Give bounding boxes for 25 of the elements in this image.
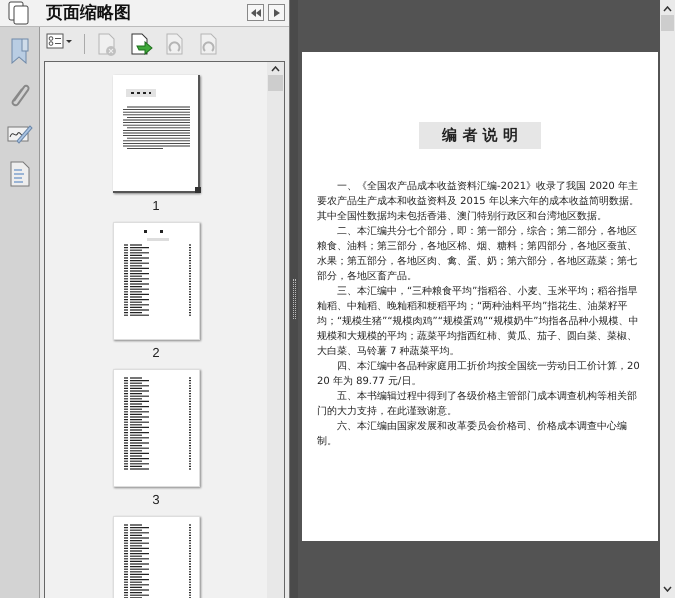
- splitter-handle[interactable]: [292, 279, 296, 319]
- page-number: 2: [152, 346, 160, 360]
- paragraph: 一、《全国农产品成本收益资料汇编-2021》收录了我国 2020 年主要农产品生产成本和收益资料及 2015 年以来六年的成本收益简明数据。其中全国性数据均未包括香港、澳门特别行政区和台湾地区数据。: [317, 180, 640, 224]
- scrollbar-thumb[interactable]: [661, 15, 674, 31]
- page-thumbnail[interactable]: [112, 74, 200, 192]
- pages-icon: [8, 0, 30, 25]
- paragraph: 三、本汇编中，“三种粮食平均”指稻谷、小麦、玉米平均；稻谷指早籼稻、中籼稻、晚籼稻和粳稻平均；“两种油料平均”指花生、油菜籽平均；“规模生猪”“规模肉鸡”“规模蛋鸡”“规模奶牛”均指各品种小规模、中规模和大规模的平均；蔬菜平均指西红柿、黄瓜、茄子、圆白菜、菜椒、大白菜、马铃薯 7 种蔬菜平均。: [317, 284, 640, 359]
- paragraph: 五、本书编辑过程中得到了各级价格主管部门成本调查机构等相关部门的大力支持，在此谨致谢意。: [317, 390, 638, 419]
- double-left-arrow-icon: [250, 8, 260, 17]
- paragraph: 六、本汇编由国家发展和改革委员会价格司、价格成本调查中心编制。: [317, 420, 628, 449]
- scrollbar[interactable]: [267, 62, 284, 598]
- expand-button[interactable]: [268, 4, 285, 22]
- page-insert-button[interactable]: [129, 32, 153, 56]
- scrollbar-thumb[interactable]: [268, 74, 283, 90]
- paragraph: 二、本汇编共分七个部分，即：第一部分，综合；第二部分，各地区粮食、油料；第三部分，各地区棉、烟、糖料；第四部分，各地区蚕茧、水果；第五部分，各地区肉、禽、蛋、奶；第六部分，各地区蔬菜；第七部分，各地区畜产品。: [317, 224, 638, 284]
- page-number: 1: [152, 198, 160, 212]
- right-arrow-icon: [274, 8, 280, 17]
- document-icon[interactable]: [10, 160, 30, 186]
- collapse-button[interactable]: [247, 4, 264, 22]
- panel-title: 页面缩略图: [46, 2, 131, 24]
- bookmark-icon[interactable]: [10, 36, 30, 64]
- page-heading: 编 者 说 明: [419, 122, 541, 149]
- signature-icon[interactable]: [6, 122, 32, 144]
- paragraph: 四、本汇编中各品种家庭用工折价均按全国统一劳动日工价计算，2020 年为 89.77 元/日。: [317, 360, 641, 389]
- page-number: 3: [152, 492, 160, 506]
